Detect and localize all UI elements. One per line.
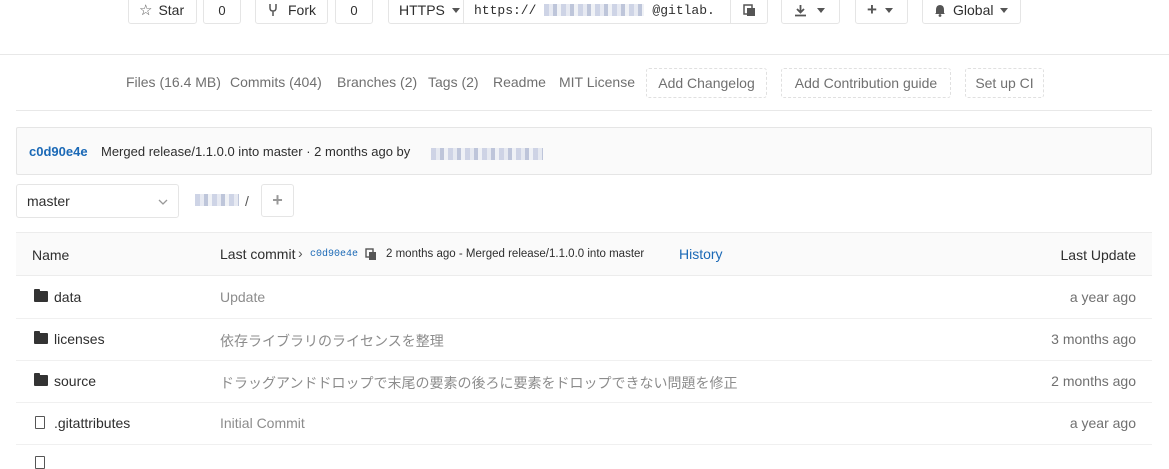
folder-icon <box>34 373 48 386</box>
protocol-label: HTTPS <box>399 2 445 18</box>
fork-button[interactable]: Fork <box>255 0 328 24</box>
commit-message-link[interactable]: Initial Commit <box>220 415 305 431</box>
plus-icon: + <box>867 0 877 19</box>
table-row[interactable]: data Update a year ago <box>16 276 1152 319</box>
protocol-dropdown[interactable]: HTTPS <box>388 0 464 24</box>
add-contribution-button[interactable]: Add Contribution guide <box>781 68 951 98</box>
history-link[interactable]: History <box>679 246 723 262</box>
table-row[interactable]: licenses 依存ライブラリのライセンスを整理 3 months ago <box>16 318 1152 361</box>
clone-url-suffix: @gitlab. <box>652 2 715 18</box>
last-update-date: a year ago <box>1069 289 1136 305</box>
last-update-column-header: Last Update <box>1060 247 1137 263</box>
commit-message-link[interactable]: Update <box>220 289 265 305</box>
readme-link[interactable]: Readme <box>493 74 546 90</box>
header-divider <box>0 54 1169 55</box>
commit-message-link[interactable]: 依存ライブラリのライセンスを整理 <box>220 331 444 351</box>
redacted-author[interactable] <box>431 148 543 160</box>
folder-icon <box>34 289 48 302</box>
table-row[interactable]: .gitattributes Initial Commit a year ago <box>16 402 1152 445</box>
chevron-down-icon <box>817 7 825 13</box>
copy-url-button[interactable] <box>730 0 768 24</box>
chevron-right-icon: › <box>298 245 303 261</box>
setup-ci-button[interactable]: Set up CI <box>965 68 1044 98</box>
clone-url-prefix: https:// <box>474 2 537 18</box>
commits-link[interactable]: Commits (404) <box>230 74 322 90</box>
download-dropdown[interactable] <box>781 0 840 24</box>
header-commit-sha-link[interactable]: c0d90e4e <box>310 249 358 260</box>
last-update-date: a year ago <box>1069 415 1136 431</box>
branches-link[interactable]: Branches (2) <box>337 74 417 90</box>
commit-message: Merged release/1.1.0.0 into master · 2 m… <box>101 144 411 159</box>
chevron-down-icon <box>451 7 460 13</box>
star-button[interactable]: ☆ Star <box>128 0 197 24</box>
fork-count[interactable]: 0 <box>335 0 373 24</box>
fork-icon <box>269 4 277 16</box>
branch-name: master <box>27 193 70 209</box>
download-icon <box>795 4 806 16</box>
path-separator: / <box>245 193 249 209</box>
add-changelog-button[interactable]: Add Changelog <box>646 68 767 98</box>
redacted-url <box>544 4 645 16</box>
license-link[interactable]: MIT License <box>559 74 635 90</box>
add-file-button[interactable]: + <box>261 184 294 217</box>
file-name-link[interactable]: data <box>54 289 81 305</box>
file-name-link[interactable]: source <box>54 373 96 389</box>
star-icon: ☆ <box>139 2 153 19</box>
clipboard-icon <box>742 3 755 16</box>
tree-table-header: Name Last commit › c0d90e4e 2 months ago… <box>16 232 1152 276</box>
file-name-link[interactable]: .gitattributes <box>54 415 130 431</box>
folder-icon <box>34 331 48 344</box>
star-count[interactable]: 0 <box>203 0 241 24</box>
table-row[interactable]: source ドラッグアンドドロップで末尾の要素の後ろに要素をドロップできない問… <box>16 360 1152 403</box>
branch-select[interactable]: master <box>16 184 179 218</box>
nav-divider <box>16 110 1152 111</box>
notification-dropdown[interactable]: Global <box>922 0 1021 24</box>
last-commit-column-header: Last commit <box>220 246 296 262</box>
tags-link[interactable]: Tags (2) <box>428 74 479 90</box>
last-update-date: 3 months ago <box>1051 331 1136 347</box>
clipboard-icon[interactable] <box>365 248 377 261</box>
plus-icon: + <box>272 190 283 210</box>
bell-icon <box>935 4 945 17</box>
notification-label: Global <box>953 2 994 18</box>
clone-url-input[interactable]: https:// @gitlab. <box>463 0 731 24</box>
header-commit-summary: 2 months ago - Merged release/1.1.0.0 in… <box>386 248 645 260</box>
files-link[interactable]: Files (16.4 MB) <box>126 74 221 90</box>
commit-message-link[interactable]: ドラッグアンドドロップで末尾の要素の後ろに要素をドロップできない問題を修正 <box>220 373 737 393</box>
last-update-date: 2 months ago <box>1051 373 1136 389</box>
last-commit-bar: c0d90e4e Merged release/1.1.0.0 into mas… <box>16 127 1152 175</box>
file-icon <box>35 456 45 469</box>
redacted-repo-path[interactable] <box>195 194 239 206</box>
add-dropdown[interactable]: + <box>855 0 908 24</box>
file-name-link[interactable]: licenses <box>54 331 105 347</box>
chevron-down-icon <box>1000 7 1009 13</box>
fork-label: Fork <box>288 2 316 18</box>
chevron-down-icon <box>884 7 893 13</box>
commit-sha-link[interactable]: c0d90e4e <box>29 144 88 159</box>
chevron-down-icon <box>158 199 168 205</box>
star-label: Star <box>158 2 185 18</box>
name-column-header: Name <box>32 247 70 263</box>
file-icon <box>35 416 45 429</box>
